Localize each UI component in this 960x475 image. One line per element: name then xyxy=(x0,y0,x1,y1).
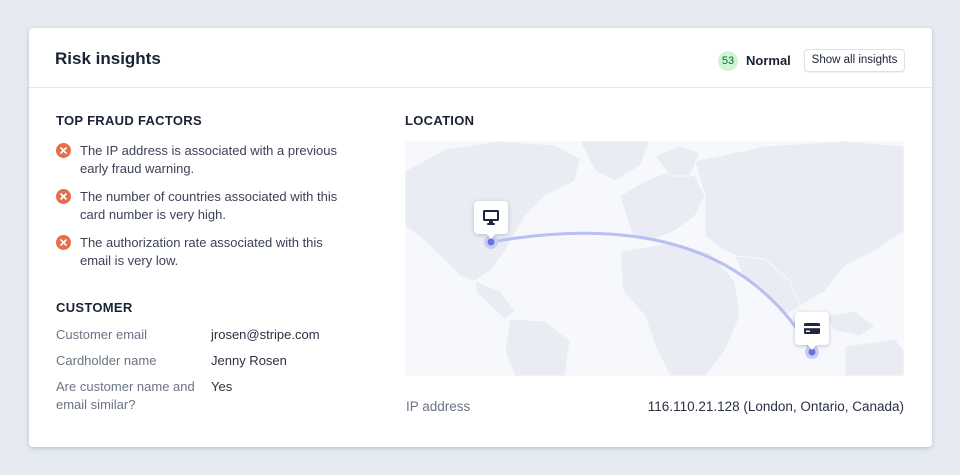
location-map xyxy=(405,141,904,376)
customer-email-label: Customer email xyxy=(56,327,148,342)
risk-score-badge: 53 xyxy=(718,51,738,71)
cardholder-name-label: Cardholder name xyxy=(56,353,157,368)
monitor-icon xyxy=(483,210,499,225)
fraud-factors-list: The IP address is associated with a prev… xyxy=(56,142,356,280)
show-all-insights-button[interactable]: Show all insights xyxy=(804,49,905,72)
fraud-factor-item: The IP address is associated with a prev… xyxy=(56,142,356,178)
cardholder-name-row: Cardholder name Jenny Rosen xyxy=(56,352,376,378)
fraud-factor-text: The IP address is associated with a prev… xyxy=(80,143,338,176)
ip-address-value: 116.110.21.128 (London, Ontario, Canada) xyxy=(647,399,904,414)
fraud-factors-heading: TOP FRAUD FACTORS xyxy=(56,113,202,128)
customer-details: Customer email jrosen@stripe.com Cardhol… xyxy=(56,326,376,416)
fraud-factor-text: The number of countries associated with … xyxy=(80,189,338,222)
fraud-factor-item: The authorization rate associated with t… xyxy=(56,234,356,270)
credit-card-icon xyxy=(804,323,820,334)
location-heading: LOCATION xyxy=(405,113,475,128)
customer-heading: CUSTOMER xyxy=(56,300,133,315)
cardholder-name-value: Jenny Rosen xyxy=(211,353,287,368)
card-title: Risk insights xyxy=(55,49,161,68)
customer-email-value: jrosen@stripe.com xyxy=(211,327,320,342)
name-email-similar-label: Are customer name and email similar? xyxy=(56,379,195,412)
card-header: Risk insights 53 Normal Show all insight… xyxy=(29,28,932,88)
risk-level-label: Normal xyxy=(746,53,791,68)
risk-insights-card: Risk insights 53 Normal Show all insight… xyxy=(29,28,932,447)
card-location-pin[interactable] xyxy=(795,312,829,350)
ip-location-pin[interactable] xyxy=(474,201,508,239)
customer-email-row: Customer email jrosen@stripe.com xyxy=(56,326,376,352)
fraud-factor-text: The authorization rate associated with t… xyxy=(80,235,323,268)
world-map xyxy=(405,141,904,376)
x-circle-icon xyxy=(56,235,71,250)
name-email-similar-row: Are customer name and email similar? Yes xyxy=(56,378,376,416)
ip-address-label: IP address xyxy=(406,399,471,414)
name-email-similar-value: Yes xyxy=(211,379,233,394)
x-circle-icon xyxy=(56,143,71,158)
x-circle-icon xyxy=(56,189,71,204)
fraud-factor-item: The number of countries associated with … xyxy=(56,188,356,224)
